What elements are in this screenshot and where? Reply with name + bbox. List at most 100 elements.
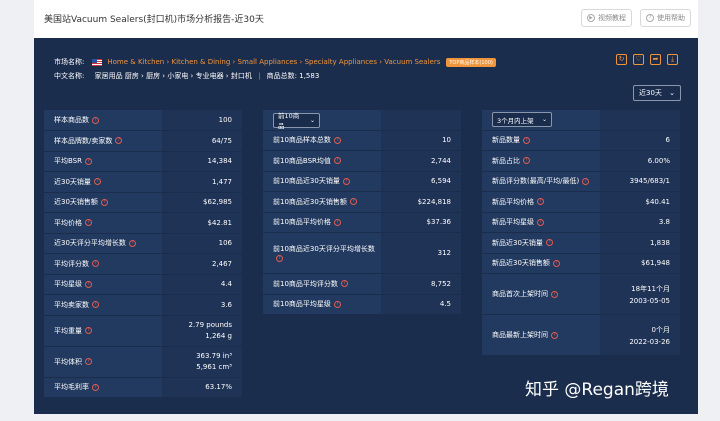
table-row: 新品近30天销量? 1,838 bbox=[482, 232, 680, 254]
metric-value-text: 18年11个月 bbox=[631, 284, 670, 293]
table-row: 平均体积? 363.79 in³ 5,961 cm³ bbox=[44, 346, 242, 378]
metric-value: $42.81 bbox=[162, 212, 242, 234]
metric-label-text: 近30天销售额 bbox=[54, 198, 98, 207]
metric-label: 前10商品近30天销售额? bbox=[263, 191, 381, 213]
metric-value-text: $42.81 bbox=[207, 218, 233, 227]
metric-value-text: $37.36 bbox=[426, 218, 452, 227]
metric-value-text: 6.00% bbox=[647, 156, 670, 165]
question-icon[interactable]: ? bbox=[93, 178, 101, 186]
question-icon[interactable]: ? bbox=[551, 290, 558, 298]
question-icon[interactable]: ? bbox=[92, 383, 99, 391]
table-row: 平均重量? 2.79 pounds 1,264 g bbox=[44, 315, 242, 347]
top10-column: 前10商品 ⌄ 前10商品样本总数? 10 前10商品BSR均值? 2,744 前10商品近… bbox=[263, 110, 461, 315]
question-icon[interactable]: ? bbox=[340, 280, 348, 288]
metric-value-text: 8,752 bbox=[430, 279, 451, 288]
metric-label-text: 新品近30天销售额 bbox=[492, 259, 550, 268]
metric-value-text: $224,818 bbox=[417, 197, 451, 206]
metric-value-text: 3945/683/1 bbox=[629, 177, 670, 186]
metric-value: 2.79 pounds 1,264 g bbox=[162, 315, 242, 347]
question-icon[interactable]: ? bbox=[85, 219, 92, 227]
metric-value: $61,948 bbox=[600, 253, 680, 274]
metric-label-text: 商品首次上架时间 bbox=[492, 290, 548, 298]
metric-value-text: $40.41 bbox=[645, 197, 671, 206]
metric-value-secondary: 1,264 g bbox=[205, 332, 232, 340]
question-icon[interactable]: ? bbox=[333, 136, 341, 144]
analysis-panel: 市场名称: Home & Kitchen › Kitchen & Dining … bbox=[34, 38, 698, 414]
question-icon[interactable]: ? bbox=[523, 136, 530, 144]
metric-value: 10 bbox=[381, 130, 461, 151]
table-row: 样本商品数? 100 bbox=[44, 110, 242, 131]
question-icon[interactable]: ? bbox=[85, 327, 92, 334]
metric-value: 0个月 2022-03-26 bbox=[600, 314, 680, 356]
metric-label-text: 新品近30天销量 bbox=[492, 238, 543, 247]
question-icon[interactable]: ? bbox=[128, 239, 136, 247]
question-icon[interactable]: ? bbox=[92, 116, 99, 124]
question-icon[interactable]: ? bbox=[276, 254, 283, 262]
question-icon[interactable]: ? bbox=[552, 259, 560, 267]
question-icon[interactable]: ? bbox=[342, 177, 350, 185]
metric-value: 1,477 bbox=[162, 171, 242, 193]
metric-value: 106 bbox=[162, 233, 242, 254]
metric-label: 新品评分数(最高/平均/最低)? bbox=[482, 171, 600, 192]
metric-value-text: $62,985 bbox=[203, 198, 232, 207]
category-breadcrumb[interactable]: Home & Kitchen › Kitchen & Dining › Smal… bbox=[107, 58, 440, 66]
question-icon[interactable]: ? bbox=[537, 218, 544, 226]
metric-label-text: 前10商品平均价格 bbox=[273, 218, 331, 227]
metric-value-text: 2.79 pounds bbox=[188, 321, 232, 329]
question-icon[interactable]: ? bbox=[85, 280, 92, 288]
question-icon[interactable]: ? bbox=[333, 300, 341, 308]
period-select[interactable]: 近30天 ⌄ bbox=[633, 85, 681, 101]
metric-label-text: 样本品牌数/卖家数 bbox=[54, 136, 113, 145]
empty-cell bbox=[381, 110, 461, 131]
market-summary-column: 样本商品数? 100 样本品牌数/卖家数? 64/75 平均BSR? 14,384 近30天… bbox=[44, 110, 242, 398]
market-name-label: 市场名称: bbox=[54, 58, 85, 66]
favorite-icon[interactable]: ♡ bbox=[633, 54, 644, 65]
question-icon[interactable]: ? bbox=[537, 198, 544, 206]
refresh-icon[interactable]: ↻ bbox=[616, 54, 627, 65]
question-icon[interactable]: ? bbox=[85, 358, 92, 365]
filter-select[interactable]: 前10商品 ⌄ bbox=[273, 112, 320, 130]
metric-label: 样本商品数? bbox=[44, 110, 162, 131]
question-icon[interactable]: ? bbox=[85, 157, 92, 165]
metric-value-text: 4.5 bbox=[439, 300, 451, 309]
chinese-name-label: 中文名称: bbox=[54, 72, 85, 80]
metric-label: 平均体积? bbox=[44, 346, 162, 378]
question-icon[interactable]: ? bbox=[92, 301, 99, 309]
table-row: 前10商品近30天销量? 6,594 bbox=[263, 171, 461, 192]
question-icon[interactable]: ? bbox=[582, 177, 590, 185]
table-row: 平均毛利率? 63.17% bbox=[44, 377, 242, 398]
metric-label: 新品平均价格? bbox=[482, 191, 600, 213]
filter-select[interactable]: 3个月内上架 ⌄ bbox=[492, 112, 552, 128]
question-icon[interactable]: ? bbox=[551, 331, 558, 339]
page: 美国站Vacuum Sealers(封口机)市场分析报告-近30天 ▶ 视频教程… bbox=[0, 0, 720, 421]
question-icon[interactable]: ? bbox=[333, 218, 341, 226]
download-icon[interactable]: ⤓ bbox=[667, 54, 678, 65]
metric-label: 平均评分数? bbox=[44, 253, 162, 275]
metric-label: 平均卖家数? bbox=[44, 294, 162, 316]
metric-value: 363.79 in³ 5,961 cm³ bbox=[162, 346, 242, 378]
video-tutorial-button[interactable]: ▶ 视频教程 bbox=[581, 9, 632, 27]
metric-label-text: 前10商品近30天评分平均增长数 bbox=[273, 245, 375, 253]
metric-label: 新品占比? bbox=[482, 150, 600, 172]
table-row: 前10商品平均评分数? 8,752 bbox=[263, 273, 461, 295]
question-icon[interactable]: ? bbox=[100, 198, 108, 206]
share-icon[interactable]: ➦ bbox=[650, 54, 661, 65]
table-row: 新品占比? 6.00% bbox=[482, 150, 680, 172]
metric-label: 新品平均星级? bbox=[482, 212, 600, 233]
question-icon[interactable]: ? bbox=[333, 157, 341, 165]
question-icon[interactable]: ? bbox=[523, 157, 530, 165]
metric-label: 前10商品近30天销量? bbox=[263, 171, 381, 192]
metric-value: 4.4 bbox=[162, 274, 242, 295]
metric-label-text: 前10商品样本总数 bbox=[273, 136, 331, 145]
question-icon[interactable]: ? bbox=[115, 137, 123, 145]
metric-value: 3.6 bbox=[162, 294, 242, 316]
metric-label: 平均毛利率? bbox=[44, 377, 162, 398]
question-icon[interactable]: ? bbox=[349, 198, 357, 206]
metric-value: 1,838 bbox=[600, 232, 680, 254]
metric-value-text: 6 bbox=[665, 136, 670, 145]
metric-value: 6.00% bbox=[600, 150, 680, 172]
question-icon[interactable]: ? bbox=[545, 239, 553, 247]
period-value: 近30天 bbox=[639, 89, 662, 97]
help-button[interactable]: ? 使用帮助 bbox=[640, 9, 691, 27]
question-icon[interactable]: ? bbox=[92, 260, 99, 268]
